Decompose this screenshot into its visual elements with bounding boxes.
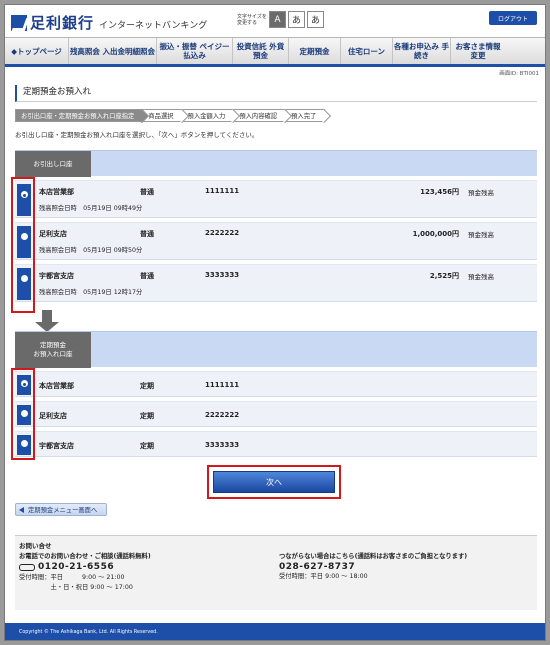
account-type: 定期 bbox=[140, 412, 154, 420]
account-number: 1111111 bbox=[205, 187, 240, 195]
balance-label: 預金残高 bbox=[468, 231, 494, 239]
contact-title: お問い合せ bbox=[19, 542, 52, 550]
account-number: 1111111 bbox=[205, 381, 240, 389]
account-type: 普通 bbox=[140, 272, 154, 280]
logout-button[interactable]: ログアウト bbox=[489, 11, 537, 25]
toll-free-number[interactable]: 0120-21-6556 bbox=[38, 562, 114, 572]
highlight-withdrawal-radios bbox=[11, 177, 35, 313]
deposit-section-tag: 定期預金 お預入れ口座 bbox=[15, 332, 91, 368]
account-type: 定期 bbox=[140, 382, 154, 390]
copyright-footer: Copyright © The Ashikaga Bank, Ltd. All … bbox=[5, 623, 545, 640]
toll-free-hours-weekend: 土・日・祝日 9:00 ～ 17:00 bbox=[19, 584, 133, 591]
nav-item-applications[interactable]: 各種お申込み 手続き bbox=[393, 38, 451, 64]
balance-amount: 123,456円 bbox=[420, 188, 459, 196]
highlight-next-button bbox=[207, 465, 341, 499]
bank-logo[interactable]: 足利銀行 インターネットバンキング bbox=[11, 12, 207, 33]
logo-text: 足利銀行 bbox=[30, 14, 95, 32]
balance-updated: 残高照会日時 05月19日 09時49分 bbox=[39, 205, 143, 212]
free-dial-icon bbox=[19, 563, 35, 571]
site-header: 足利銀行 インターネットバンキング 文字サイズを変更する A あ あ ログアウト bbox=[5, 5, 545, 37]
branch-name: 本店営業部 bbox=[39, 188, 74, 196]
bank-logo-icon bbox=[11, 14, 27, 31]
alternate-heading: つながらない場合はこちら(通話料はお客さまのご負担となります) bbox=[279, 553, 468, 560]
alternate-hours: 受付時間：平日 9:00 ～ 18:00 bbox=[279, 573, 368, 580]
branch-name: 本店営業部 bbox=[39, 382, 74, 390]
branch-name: 宇都宮支店 bbox=[39, 272, 74, 280]
nav-item-customer-info[interactable]: お客さま情報 変更 bbox=[451, 38, 505, 64]
deposit-row-2[interactable]: 足利支店 定期 2222222 bbox=[15, 401, 537, 427]
logo-subtitle: インターネットバンキング bbox=[99, 20, 208, 31]
contact-toll-free: お電話でのお問い合わせ・ご相談(通話料無料) 0120-21-6556 受付時間… bbox=[19, 552, 151, 593]
font-size-small-button[interactable]: A bbox=[269, 11, 286, 28]
font-size-switcher: 文字サイズを変更する A あ あ bbox=[237, 11, 324, 28]
branch-name: 宇都宮支店 bbox=[39, 442, 74, 450]
page-title: 定期預金お預入れ bbox=[15, 85, 537, 102]
balance-updated: 残高照会日時 05月19日 12時17分 bbox=[39, 289, 143, 296]
nav-item-home-loan[interactable]: 住宅ローン bbox=[341, 38, 393, 64]
font-size-label: 文字サイズを変更する bbox=[237, 13, 267, 26]
highlight-deposit-radios bbox=[11, 368, 35, 460]
instruction-text: お引出し口座・定期預金お預入れ口座を選択し、「次へ」ボタンを押してください。 bbox=[15, 131, 259, 139]
nav-item-time-deposit[interactable]: 定期預金 bbox=[289, 38, 341, 64]
font-size-medium-button[interactable]: あ bbox=[288, 11, 305, 28]
font-size-large-button[interactable]: あ bbox=[307, 11, 324, 28]
deposit-section-header: 定期預金 お預入れ口座 bbox=[15, 331, 537, 368]
contact-alternate: つながらない場合はこちら(通話料はお客さまのご負担となります) 028-627-… bbox=[279, 552, 467, 582]
step-1: お引出口座・定期預金お預入れ口座指定 bbox=[15, 109, 143, 122]
deposit-tag-line1: 定期預金 bbox=[40, 341, 66, 349]
account-number: 3333333 bbox=[205, 441, 240, 449]
account-type: 普通 bbox=[140, 188, 154, 196]
account-type: 定期 bbox=[140, 442, 154, 450]
account-number: 3333333 bbox=[205, 271, 240, 279]
balance-label: 預金残高 bbox=[468, 273, 494, 281]
browser-frame: 足利銀行 インターネットバンキング 文字サイズを変更する A あ あ ログアウト… bbox=[4, 4, 546, 641]
account-type: 普通 bbox=[140, 230, 154, 238]
arrow-down-icon bbox=[35, 310, 59, 332]
global-nav: ◆トップページ 残高照会 入出金明細照会 振込・振替 ペイジー払込み 投資信託 … bbox=[5, 37, 545, 67]
balance-amount: 1,000,000円 bbox=[412, 230, 459, 238]
alternate-number[interactable]: 028-627-8737 bbox=[279, 562, 467, 572]
balance-amount: 2,525円 bbox=[429, 272, 459, 280]
nav-item-top[interactable]: ◆トップページ bbox=[5, 38, 69, 64]
toll-free-hours-weekday: 受付時間：平日 9:00 ～ 21:00 bbox=[19, 574, 125, 581]
withdrawal-section-tag: お引出し口座 bbox=[15, 151, 91, 177]
withdrawal-row-3[interactable]: 宇都宮支店 普通 3333333 2,525円 預金残高 残高照会日時 05月1… bbox=[15, 264, 537, 302]
progress-steps: お引出口座・定期預金お預入れ口座指定 商品選択 預入金額入力 預入内容確認 預入… bbox=[15, 109, 326, 122]
deposit-row-3[interactable]: 宇都宮支店 定期 3333333 bbox=[15, 431, 537, 457]
branch-name: 足利支店 bbox=[39, 230, 67, 238]
deposit-tag-line2: お預入れ口座 bbox=[33, 350, 73, 358]
back-to-time-deposit-menu-link[interactable]: 定期預金メニュー画面へ bbox=[15, 503, 107, 516]
withdrawal-section-header: お引出し口座 bbox=[15, 150, 537, 177]
nav-item-transfer[interactable]: 振込・振替 ペイジー払込み bbox=[157, 38, 233, 64]
withdrawal-row-2[interactable]: 足利支店 普通 2222222 1,000,000円 預金残高 残高照会日時 0… bbox=[15, 222, 537, 260]
balance-label: 預金残高 bbox=[468, 189, 494, 197]
withdrawal-row-1[interactable]: 本店営業部 普通 1111111 123,456円 預金残高 残高照会日時 05… bbox=[15, 180, 537, 218]
nav-item-investment[interactable]: 投資信託 外貨預金 bbox=[233, 38, 289, 64]
branch-name: 足利支店 bbox=[39, 412, 67, 420]
nav-item-balance[interactable]: 残高照会 入出金明細照会 bbox=[69, 38, 157, 64]
screen-id: 画面ID: BTI001 bbox=[499, 71, 539, 77]
account-number: 2222222 bbox=[205, 229, 240, 237]
balance-updated: 残高照会日時 05月19日 09時50分 bbox=[39, 247, 143, 254]
contact-section: お問い合せ お電話でのお問い合わせ・ご相談(通話料無料) 0120-21-655… bbox=[15, 535, 537, 610]
step-4: 預入内容確認 bbox=[233, 109, 286, 122]
deposit-row-1[interactable]: 本店営業部 定期 1111111 bbox=[15, 371, 537, 397]
account-number: 2222222 bbox=[205, 411, 240, 419]
toll-free-heading: お電話でのお問い合わせ・ご相談(通話料無料) bbox=[19, 553, 151, 560]
